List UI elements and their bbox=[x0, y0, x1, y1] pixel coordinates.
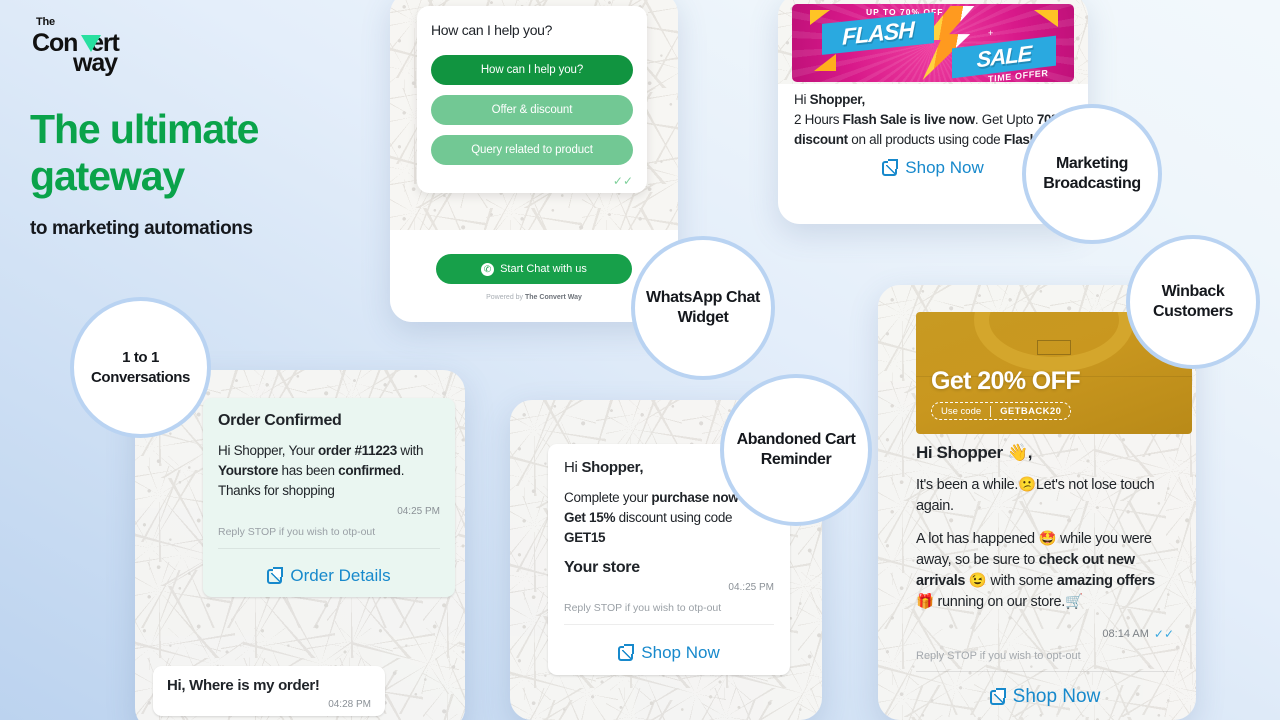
promo-code-value: GETBACK20 bbox=[1000, 405, 1062, 417]
start-chat-button[interactable]: ✆ Start Chat with us bbox=[436, 254, 632, 284]
page-title: The ultimate gateway bbox=[30, 106, 259, 199]
cart-optout-text: Reply STOP if you wish to otp-out bbox=[564, 602, 722, 614]
flash-greeting: Hi Shopper, bbox=[794, 92, 865, 107]
winback-timestamp: 08:14 AM bbox=[1102, 628, 1149, 640]
cart-store-name: Your store bbox=[564, 559, 640, 576]
banner-triangle-icon bbox=[1034, 10, 1058, 27]
order-optout-text: Reply STOP if you wish to otp-out bbox=[218, 526, 376, 538]
banner-triangle-icon bbox=[814, 54, 836, 71]
tshirt-label-tag bbox=[1037, 340, 1071, 355]
order-thanks-text: Thanks for shopping bbox=[218, 483, 335, 498]
external-link-icon bbox=[267, 566, 284, 584]
badge-abandoned-cart-reminder: Abandoned Cart Reminder bbox=[720, 374, 872, 526]
chat-question: How can I help you? bbox=[431, 22, 553, 38]
external-link-icon bbox=[882, 158, 899, 176]
order-timestamp: 04:25 PM bbox=[397, 506, 440, 517]
winback-shop-now-link[interactable]: Shop Now bbox=[916, 686, 1174, 708]
chat-option-offer[interactable]: Offer & discount bbox=[431, 95, 633, 125]
promo-code-separator bbox=[990, 405, 992, 417]
flash-sale-banner-image: UP TO 70% OFF FLASH SALE + TIME OFFER bbox=[792, 4, 1074, 82]
banner-flash-ribbon: FLASH bbox=[822, 12, 934, 55]
promo-code-label: Use code bbox=[941, 405, 982, 417]
chat-options-panel: How can I help you? How can I help you? … bbox=[417, 6, 647, 193]
cart-divider bbox=[564, 624, 774, 625]
whatsapp-chat-widget-card: How can I help you? How can I help you? … bbox=[390, 0, 678, 322]
winback-offer-text: Get 20% OFF bbox=[931, 367, 1081, 395]
chat-option-query[interactable]: Query related to product bbox=[431, 135, 633, 165]
cart-timestamp: 04.:25 PM bbox=[728, 582, 774, 593]
order-divider bbox=[218, 548, 440, 549]
customer-reply-text: Hi, Where is my order! bbox=[167, 677, 320, 694]
winback-message: Hi Shopper 👋, It's been a while.😕Let's n… bbox=[916, 443, 1174, 708]
customer-reply-timestamp: 04:28 PM bbox=[328, 699, 371, 710]
external-link-icon bbox=[989, 687, 1006, 705]
order-bubble-body: Hi Shopper, Your order #11223 with Yours… bbox=[218, 443, 424, 478]
chat-widget-body: How can I help you? How can I help you? … bbox=[390, 0, 678, 230]
chat-option-help[interactable]: How can I help you? bbox=[431, 55, 633, 85]
flash-shop-now-label: Shop Now bbox=[905, 158, 984, 177]
winback-paragraph-1: It's been a while.😕Let's not lose touch … bbox=[916, 477, 1155, 514]
badge-one-to-one-conversations: 1 to 1 Conversations bbox=[70, 297, 211, 438]
customer-reply-bubble: Hi, Where is my order! 04:28 PM bbox=[153, 666, 385, 716]
order-confirmed-bubble: Order Confirmed Hi Shopper, Your order #… bbox=[203, 398, 455, 597]
badge-marketing-broadcasting: Marketing Broadcasting bbox=[1022, 104, 1162, 244]
cart-shop-now-label: Shop Now bbox=[641, 643, 720, 662]
winback-optout-text: Reply STOP if you wish to opt-out bbox=[916, 650, 1081, 662]
logo-way-text: way bbox=[73, 49, 118, 77]
winback-divider bbox=[916, 671, 1174, 672]
banner-plus-icon: + bbox=[988, 28, 994, 38]
winback-meta: 08:14 AM ✓✓ bbox=[916, 627, 1174, 641]
cart-shop-now-link[interactable]: Shop Now bbox=[564, 633, 774, 675]
badge-winback-customers: Winback Customers bbox=[1126, 235, 1260, 369]
read-receipt-icon: ✓✓ bbox=[1153, 627, 1174, 641]
start-chat-label: Start Chat with us bbox=[500, 263, 587, 275]
order-details-link[interactable]: Order Details bbox=[218, 557, 440, 597]
external-link-icon bbox=[618, 643, 635, 661]
page-subtitle: to marketing automations bbox=[30, 218, 253, 239]
hero-section: The Convert way The ultimate gateway to … bbox=[30, 16, 370, 240]
order-bubble-title: Order Confirmed bbox=[218, 412, 342, 429]
winback-greeting: Hi Shopper 👋, bbox=[916, 443, 1033, 462]
logo-the-text: The bbox=[36, 16, 55, 28]
badge-whatsapp-chat-widget: WhatsApp Chat Widget bbox=[631, 236, 775, 380]
chat-delivered-ticks-icon: ✓✓ bbox=[612, 174, 633, 188]
whatsapp-icon: ✆ bbox=[481, 262, 495, 276]
winback-shop-now-label: Shop Now bbox=[1012, 686, 1101, 707]
order-details-label: Order Details bbox=[290, 566, 391, 585]
promo-code-pill: Use code GETBACK20 bbox=[931, 402, 1072, 420]
brand-logo: The Convert way bbox=[30, 16, 142, 77]
winback-paragraph-2: A lot has happened 🤩 while you were away… bbox=[916, 531, 1155, 610]
